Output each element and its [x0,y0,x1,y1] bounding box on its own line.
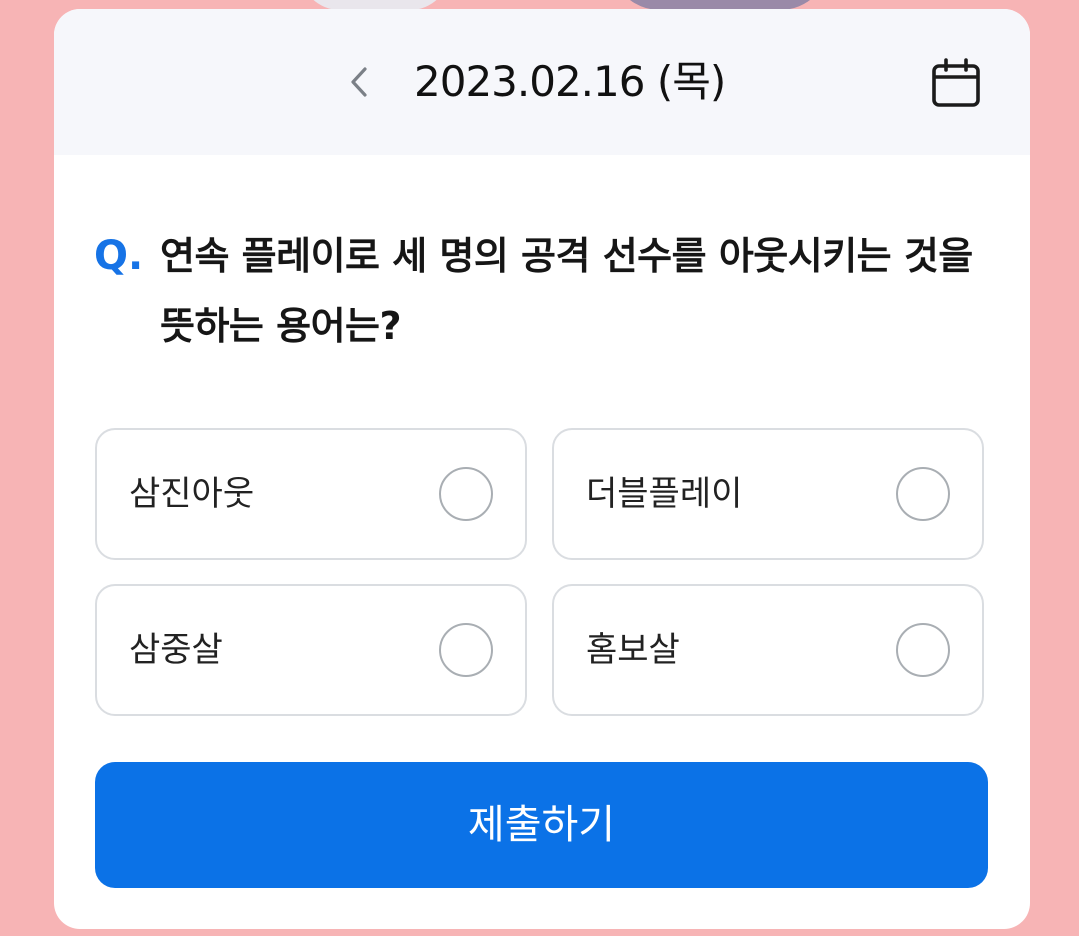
question-text: 연속 플레이로 세 명의 공격 선수를 아웃시키는 것을 뜻하는 용어는? [160,234,973,348]
date-header: 2023.02.16 (목) [54,9,1030,155]
option-4[interactable]: 홈보살 [552,584,984,716]
radio-button[interactable] [896,467,950,521]
option-2[interactable]: 더블플레이 [552,428,984,560]
radio-button[interactable] [896,623,950,677]
option-1[interactable]: 삼진아웃 [95,428,527,560]
calendar-icon [932,58,980,107]
current-date: 2023.02.16 (목) [414,57,726,106]
calendar-button[interactable] [926,53,986,113]
option-3[interactable]: 삼중살 [95,584,527,716]
chevron-left-icon [351,67,367,97]
option-label: 삼진아웃 [129,474,255,514]
question-prefix: Q. [94,233,144,279]
quiz-card: 2023.02.16 (목) Q. 연속 플레이로 세 명의 공격 선수를 아웃… [54,9,1030,929]
submit-button[interactable]: 제출하기 [95,762,988,888]
previous-date-button[interactable] [337,54,381,110]
radio-button[interactable] [439,623,493,677]
option-label: 홈보살 [586,630,680,670]
option-label: 삼중살 [129,630,223,670]
question-block: Q. 연속 플레이로 세 명의 공격 선수를 아웃시키는 것을 뜻하는 용어는? [94,221,994,371]
option-label: 더블플레이 [586,474,743,514]
radio-button[interactable] [439,467,493,521]
